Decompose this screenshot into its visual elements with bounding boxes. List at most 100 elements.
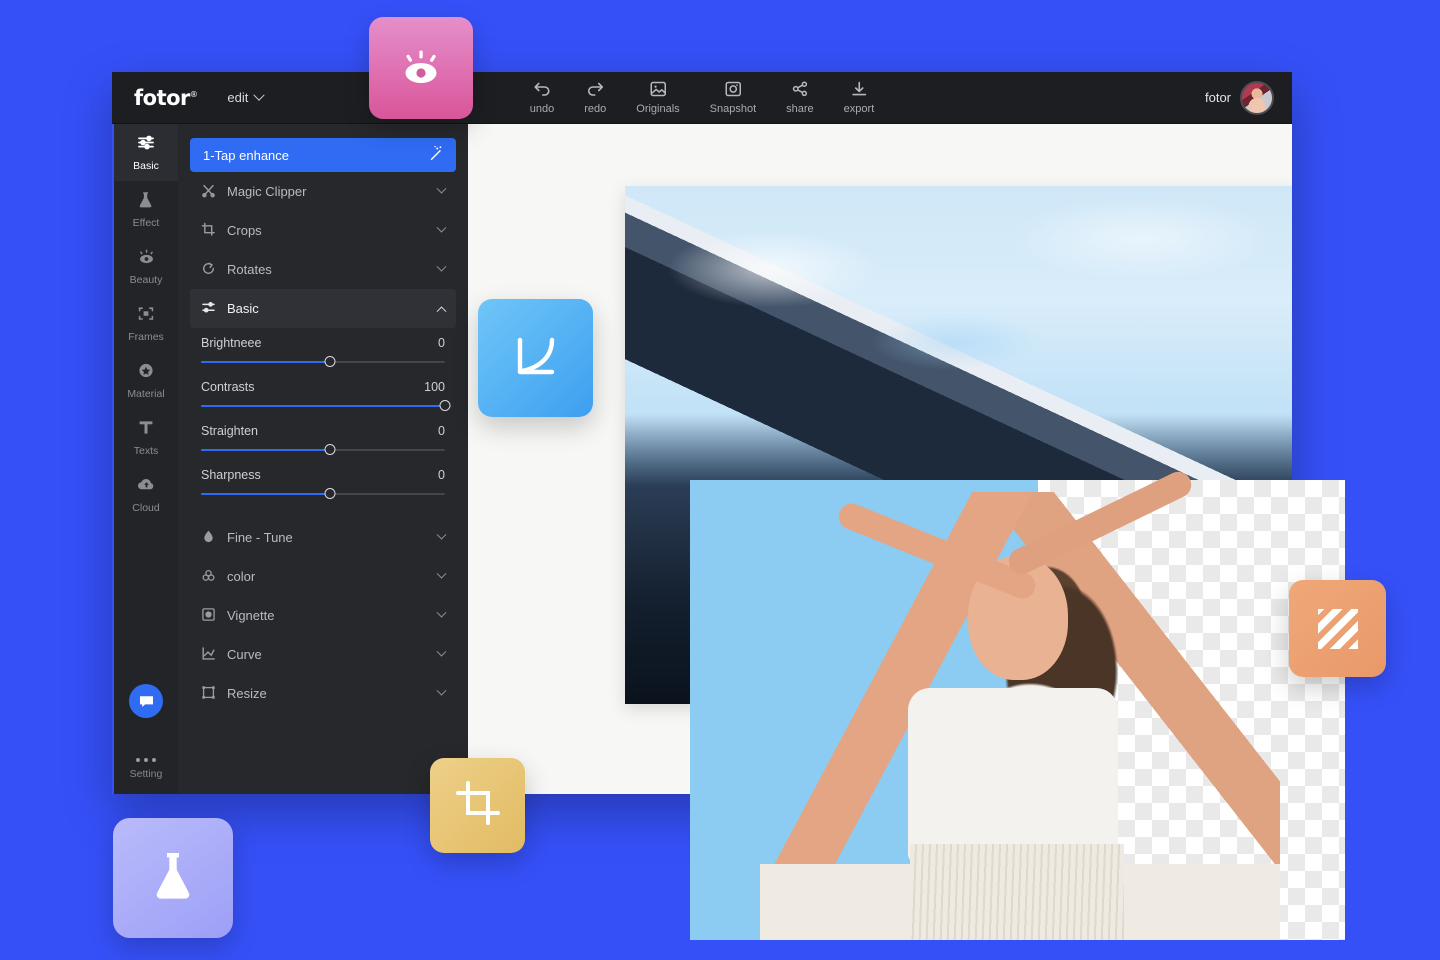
- redo-label: redo: [584, 103, 607, 115]
- chevron-down-icon: [253, 89, 266, 101]
- sidebar-item-beauty[interactable]: Beauty: [114, 238, 178, 295]
- panel-row-resize[interactable]: Resize: [190, 674, 456, 713]
- chevron-down-icon: [436, 685, 447, 696]
- panel-row-curve[interactable]: Curve: [190, 635, 456, 674]
- sidebar-label-frames: Frames: [128, 331, 164, 343]
- setting-label: Setting: [129, 768, 163, 780]
- panel-label-curve: Curve: [227, 647, 262, 662]
- scissors-icon: [201, 183, 216, 201]
- crop-card[interactable]: [430, 758, 525, 853]
- slider-label-contrasts: Contrasts: [201, 380, 255, 394]
- panel-label-rotates: Rotates: [227, 262, 272, 277]
- redo-button[interactable]: redo: [584, 80, 606, 115]
- cloud-icon: [136, 475, 157, 497]
- panel-row-color[interactable]: color: [190, 557, 456, 596]
- sidebar-item-basic[interactable]: Basic: [114, 124, 178, 181]
- slider-knob-sharpness[interactable]: [324, 488, 336, 499]
- panel-label-color: color: [227, 569, 256, 584]
- registered-mark: ®: [189, 89, 198, 99]
- slider-knob-straighten[interactable]: [324, 444, 336, 455]
- panel-label-vignette: Vignette: [227, 608, 275, 623]
- magic-wand-icon: [426, 145, 443, 165]
- slider-label-straighten: Straighten: [201, 424, 258, 438]
- cutout-composition[interactable]: [690, 467, 1345, 940]
- snapshot-button[interactable]: Snapshot: [710, 80, 756, 115]
- slider-track-contrasts[interactable]: [201, 400, 451, 411]
- slider-knob-brightness[interactable]: [324, 356, 336, 367]
- app-logo: fotor®: [134, 85, 198, 110]
- rotate-icon: [201, 261, 216, 279]
- portrait-skirt: [910, 844, 1124, 940]
- panel-label-fine-tune: Fine - Tune: [227, 530, 293, 545]
- edit-panel: 1-Tap enhance Magic Clipper Crops Rotate…: [178, 124, 468, 794]
- toolbar-actions: undo redo Originals Snapshot share expor…: [530, 80, 875, 115]
- basic-sliders: Brightneee 0 Contrasts 100 Straighten 0 …: [190, 328, 456, 518]
- panel-label-basic: Basic: [227, 301, 259, 316]
- image-icon: [648, 80, 667, 98]
- slider-fill: [201, 493, 331, 495]
- sidebar-label-basic: Basic: [133, 160, 159, 172]
- one-tap-enhance-label: 1-Tap enhance: [203, 147, 290, 163]
- sidebar-label-beauty: Beauty: [129, 274, 163, 286]
- panel-label-magic-clipper: Magic Clipper: [227, 184, 307, 199]
- slider-sharpness: Sharpness 0: [201, 468, 445, 499]
- sidebar-item-texts[interactable]: Texts: [114, 409, 178, 466]
- brand-text: fotor: [134, 85, 190, 110]
- slider-track-brightness[interactable]: [201, 356, 445, 367]
- texture-card[interactable]: [1289, 580, 1386, 677]
- more-dots-icon: [136, 758, 156, 762]
- panel-row-rotates[interactable]: Rotates: [190, 250, 456, 289]
- chevron-down-icon: [436, 222, 447, 233]
- slider-value-straighten: 0: [438, 424, 445, 438]
- redo-icon: [585, 80, 605, 98]
- user-account[interactable]: fotor: [1205, 80, 1274, 115]
- sidebar-item-frames[interactable]: Frames: [114, 295, 178, 352]
- edit-menu-button[interactable]: edit: [227, 89, 266, 105]
- curve-card[interactable]: [478, 299, 593, 417]
- one-tap-enhance-button[interactable]: 1-Tap enhance: [190, 138, 456, 172]
- slider-track-sharpness[interactable]: [201, 488, 445, 499]
- slider-fill: [201, 449, 331, 451]
- setting-button[interactable]: Setting: [114, 758, 178, 780]
- sidebar-label-texts: Texts: [133, 445, 159, 457]
- export-button[interactable]: export: [843, 80, 875, 115]
- sidebar-label-material: Material: [127, 388, 165, 400]
- effect-card[interactable]: [113, 818, 233, 938]
- undo-button[interactable]: undo: [530, 80, 554, 115]
- droplet-icon: [201, 529, 216, 547]
- vignette-icon: [201, 607, 216, 625]
- snapshot-label: Snapshot: [709, 103, 757, 115]
- sticker-icon: [136, 361, 156, 383]
- slider-track-straighten[interactable]: [201, 444, 445, 455]
- panel-row-fine-tune[interactable]: Fine - Tune: [190, 518, 456, 557]
- sidebar-label-cloud: Cloud: [132, 502, 160, 514]
- sidebar-item-cloud[interactable]: Cloud: [114, 466, 178, 523]
- share-button[interactable]: share: [786, 80, 814, 115]
- portrait-top: [908, 688, 1118, 864]
- chevron-down-icon: [436, 529, 447, 540]
- panel-row-basic[interactable]: Basic: [190, 289, 456, 328]
- sidebar-item-effect[interactable]: Effect: [114, 181, 178, 238]
- export-label: export: [843, 103, 875, 115]
- panel-row-crops[interactable]: Crops: [190, 211, 456, 250]
- panel-row-magic-clipper[interactable]: Magic Clipper: [190, 172, 456, 211]
- slider-knob-contrasts[interactable]: [439, 400, 451, 411]
- top-toolbar: fotor® edit undo redo Originals Snapshot…: [112, 72, 1292, 124]
- stripes-icon: [1317, 608, 1358, 649]
- sidebar-item-material[interactable]: Material: [114, 352, 178, 409]
- chevron-down-icon: [436, 568, 447, 579]
- slider-label-sharpness: Sharpness: [201, 468, 261, 482]
- flask-icon: [146, 847, 200, 910]
- originals-button[interactable]: Originals: [636, 80, 680, 115]
- chevron-down-icon: [436, 646, 447, 657]
- crop-icon: [455, 780, 501, 831]
- beauty-card[interactable]: [369, 17, 473, 119]
- chevron-up-icon: [436, 306, 447, 317]
- chevron-down-icon: [436, 607, 447, 618]
- panel-row-vignette[interactable]: Vignette: [190, 596, 456, 635]
- color-icon: [201, 568, 216, 586]
- chat-bubble-icon[interactable]: [129, 684, 163, 718]
- flask-icon: [136, 190, 156, 212]
- share-label: share: [786, 103, 814, 115]
- camera-icon: [723, 80, 742, 98]
